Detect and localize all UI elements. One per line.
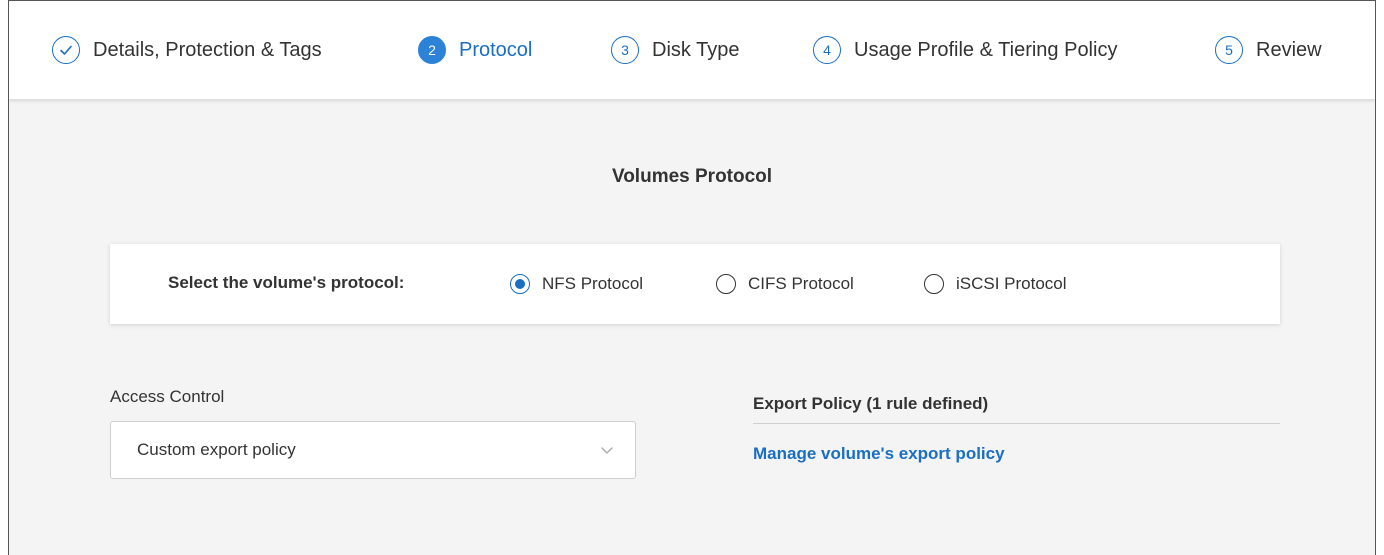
step-protocol[interactable]: 2 Protocol xyxy=(418,1,532,99)
radio-label: iSCSI Protocol xyxy=(956,274,1067,293)
divider xyxy=(753,423,1280,424)
radio-button-selected[interactable] xyxy=(510,274,530,294)
export-policy-title: Export Policy (1 rule defined) xyxy=(753,394,989,413)
step-number: 2 xyxy=(418,36,446,64)
step-number: 5 xyxy=(1215,36,1243,64)
wizard-stepper: Details, Protection & Tags 2 Protocol 3 … xyxy=(9,1,1375,99)
checkmark-icon xyxy=(52,36,80,64)
radio-iscsi-protocol[interactable]: iSCSI Protocol xyxy=(924,244,1067,324)
radio-nfs-protocol[interactable]: NFS Protocol xyxy=(510,244,643,324)
step-number: 3 xyxy=(611,36,639,64)
step-disk-type[interactable]: 3 Disk Type xyxy=(611,1,739,99)
access-control-select[interactable]: Custom export policy xyxy=(110,421,636,479)
step-label: Protocol xyxy=(459,38,533,61)
chevron-down-icon xyxy=(601,447,613,454)
step-details-protection-tags[interactable]: Details, Protection & Tags xyxy=(52,1,322,99)
protocol-selector-card: Select the volume's protocol: NFS Protoc… xyxy=(110,244,1280,324)
radio-cifs-protocol[interactable]: CIFS Protocol xyxy=(716,244,854,324)
access-control-label: Access Control xyxy=(110,387,225,406)
radio-button[interactable] xyxy=(924,274,944,294)
manage-export-policy-link[interactable]: Manage volume's export policy xyxy=(753,444,1005,464)
step-usage-profile-tiering[interactable]: 4 Usage Profile & Tiering Policy xyxy=(813,1,1117,99)
wizard-frame: Details, Protection & Tags 2 Protocol 3 … xyxy=(8,0,1376,555)
radio-label: CIFS Protocol xyxy=(748,274,854,293)
step-label: Disk Type xyxy=(652,38,740,61)
step-label: Review xyxy=(1256,38,1322,61)
radio-dot xyxy=(515,279,525,289)
step-label: Usage Profile & Tiering Policy xyxy=(854,38,1118,61)
step-number: 4 xyxy=(813,36,841,64)
radio-button[interactable] xyxy=(716,274,736,294)
step-review[interactable]: 5 Review xyxy=(1215,1,1322,99)
section-title: Volumes Protocol xyxy=(611,166,773,187)
access-control-value: Custom export policy xyxy=(137,440,296,459)
protocol-prompt: Select the volume's protocol: xyxy=(168,273,405,292)
step-label: Details, Protection & Tags xyxy=(93,38,322,61)
radio-label: NFS Protocol xyxy=(542,274,644,293)
